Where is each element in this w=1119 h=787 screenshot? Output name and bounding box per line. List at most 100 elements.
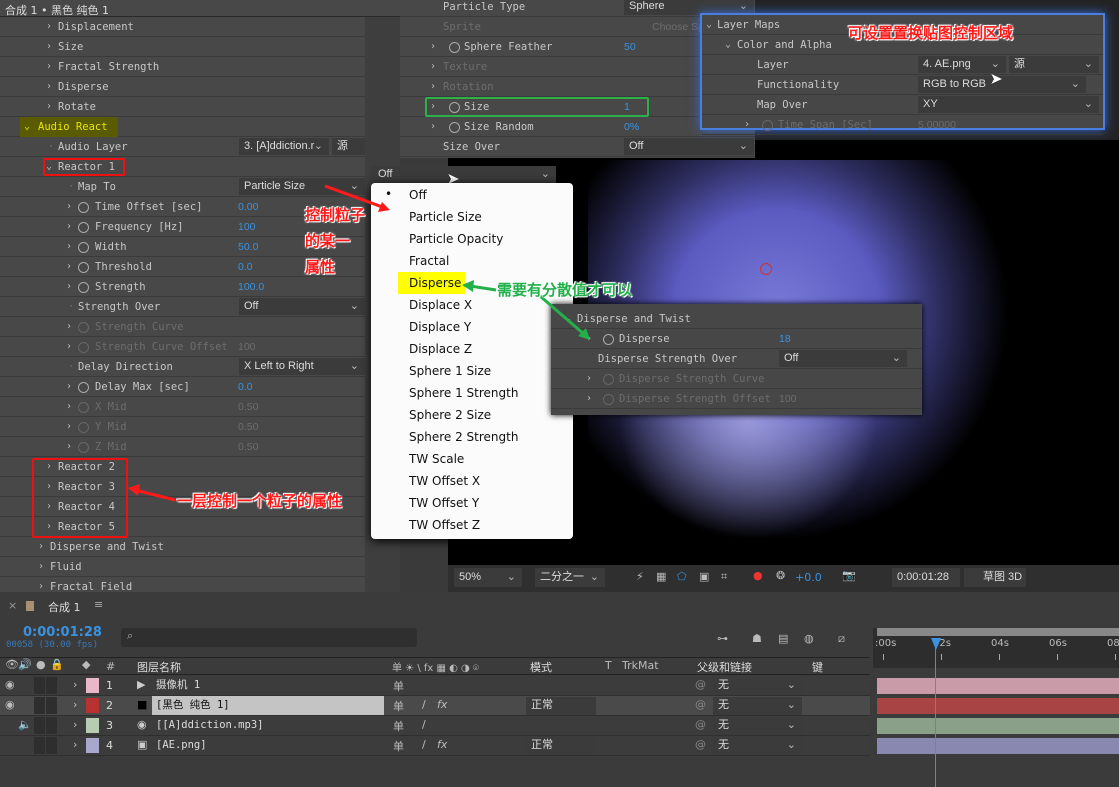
motion-blur-icon[interactable]: ◍ [804, 632, 814, 645]
fx-switch-icon[interactable]: fx [437, 698, 447, 711]
parent-value: 无 [718, 719, 729, 731]
chevron-down-icon: ⌄ [786, 679, 796, 691]
eye-icon[interactable]: ◉ [5, 698, 15, 711]
ruler-tick [999, 654, 1000, 660]
exposure-reset-icon[interactable]: ❂ [776, 569, 785, 582]
viewer-toolbar: 50% ⌄ 二分之一 ⌄ ⚡ ▦ ⬠ ▣ ⌗ ● ❂ +0.0 📷 0:00:01:… [448, 565, 1119, 592]
solo-toggle[interactable] [34, 737, 45, 754]
mode-dropdown[interactable]: 正常 [526, 737, 596, 755]
quality-switch-icon[interactable]: / [422, 698, 426, 711]
current-timecode[interactable]: 0:00:01:28 [23, 625, 102, 640]
label-color-swatch[interactable] [86, 738, 99, 753]
fx-switch-icon[interactable]: fx [437, 738, 447, 751]
arrow-reactors [134, 488, 176, 502]
pick-whip-icon[interactable]: @ [695, 718, 706, 731]
layer-duration-bar[interactable] [877, 698, 1119, 714]
expand-chevron-icon[interactable]: › [73, 698, 77, 711]
lock-toggle[interactable] [46, 677, 57, 694]
frame-blending-icon[interactable]: ▤ [778, 632, 788, 645]
pick-whip-icon[interactable]: @ [695, 678, 706, 691]
region-of-interest-icon[interactable]: ▣ [699, 570, 709, 583]
menu-icon[interactable]: ≡ [94, 598, 103, 611]
layer-row[interactable]: ◉ › 1 ▶ 摄像机 1 单 @ 无 ⌄ [0, 676, 870, 696]
search-icon: ⌕ [127, 629, 134, 642]
solo-icon: ● [36, 658, 46, 671]
draft-3d-button[interactable]: 草图 3D [964, 568, 1026, 587]
shy-switch-icon[interactable]: 单 [393, 738, 404, 754]
mask-visibility-icon[interactable]: ⬠ [677, 570, 687, 583]
number-header: # [106, 660, 116, 673]
time-ruler[interactable]: :00s02s04s06s08s [873, 628, 1119, 668]
playhead-line [935, 648, 936, 787]
lock-toggle[interactable] [46, 717, 57, 734]
layer-duration-bar[interactable] [877, 718, 1119, 734]
expand-chevron-icon[interactable]: › [73, 678, 77, 691]
layer-row[interactable]: 🔈 › 3 ◉ [[A]ddiction.mp3] 单 / @ 无 ⌄ [0, 716, 870, 736]
image-layer-icon: ▣ [137, 738, 148, 751]
ruler-tick-label: 08s [1107, 638, 1119, 649]
viewer-timecode[interactable]: 0:00:01:28 [892, 568, 960, 587]
parent-header: 父级和链接 [697, 661, 752, 674]
graph-editor-icon[interactable]: ⧄ [838, 632, 845, 646]
work-area-bar[interactable] [877, 628, 1119, 636]
close-icon[interactable]: × [8, 599, 17, 612]
channel-icon[interactable]: ● [753, 569, 763, 582]
layer-name-header[interactable]: 图层名称 [137, 659, 181, 675]
transparency-grid-icon[interactable]: ▦ [656, 570, 666, 583]
shy-layers-icon[interactable]: ☗ [752, 632, 762, 645]
expand-chevron-icon[interactable]: › [73, 718, 77, 731]
snapshot-icon[interactable]: 📷 [842, 569, 856, 582]
grid-guides-icon[interactable]: ⌗ [721, 570, 727, 584]
mode-value: 正常 [531, 699, 553, 711]
layer-number: 4 [106, 739, 113, 752]
chevron-down-icon: ⌄ [786, 699, 796, 711]
solo-toggle[interactable] [34, 677, 45, 694]
lock-toggle[interactable] [46, 697, 57, 714]
layer-name[interactable]: [黑色 纯色 1] [152, 696, 384, 715]
resolution-dropdown[interactable]: 二分之一 ⌄ [535, 568, 605, 587]
eye-icon[interactable]: ◉ [5, 678, 15, 691]
lock-icon: 🔒 [50, 658, 64, 671]
timeline-tab[interactable]: × 合成 1 ≡ [0, 592, 120, 620]
solo-toggle[interactable] [34, 717, 45, 734]
layer-search-input[interactable]: ⌕ [121, 628, 417, 647]
solo-toggle[interactable] [34, 697, 45, 714]
parent-dropdown[interactable]: 无 ⌄ [713, 697, 802, 715]
composition-flowchart-icon[interactable]: ⊶ [717, 632, 728, 645]
layer-duration-bar[interactable] [877, 678, 1119, 694]
annotation-layer-maps: 可设置置换贴图控制区域 [848, 24, 1014, 42]
pick-whip-icon[interactable]: @ [695, 698, 706, 711]
label-color-swatch[interactable] [86, 718, 99, 733]
quality-switch-icon[interactable]: / [422, 718, 426, 731]
layer-name[interactable]: 摄像机 1 [152, 676, 384, 695]
layer-number: 1 [106, 679, 113, 692]
label-color-swatch[interactable] [86, 678, 99, 693]
annotation-disperse: 需要有分散值才可以 [497, 281, 633, 299]
layer-row[interactable]: ◉ › 2 ■ [黑色 纯色 1] 单 / fx 正常 @ 无 ⌄ [0, 696, 870, 716]
quality-switch-icon[interactable]: / [422, 738, 426, 751]
parent-dropdown[interactable]: 无 ⌄ [713, 717, 802, 735]
shy-switch-icon[interactable]: 单 [393, 718, 404, 734]
mode-dropdown[interactable]: 正常 [526, 697, 596, 715]
parent-dropdown[interactable]: 无 ⌄ [713, 737, 802, 755]
lock-toggle[interactable] [46, 737, 57, 754]
shy-switch-icon[interactable]: 单 [393, 678, 404, 694]
parent-dropdown[interactable]: 无 ⌄ [713, 677, 802, 695]
chevron-down-icon[interactable]: ⌄ [24, 117, 30, 137]
exposure-value[interactable]: +0.0 [795, 571, 822, 584]
layer-row[interactable]: › 4 ▣ [AE.png] 单 / fx 正常 @ 无 ⌄ [0, 736, 870, 756]
label-icon: ◆ [82, 658, 91, 671]
layer-name[interactable]: [AE.png] [152, 736, 384, 755]
shy-switch-icon[interactable]: 单 [393, 698, 404, 714]
speaker-icon[interactable]: 🔈 [18, 718, 32, 731]
fast-preview-icon[interactable]: ⚡ [636, 570, 644, 583]
chevron-down-icon: ⌄ [786, 719, 796, 731]
layer-name[interactable]: [[A]ddiction.mp3] [152, 716, 384, 735]
zoom-dropdown[interactable]: 50% ⌄ [454, 568, 522, 587]
layer-duration-bar[interactable] [877, 738, 1119, 754]
pick-whip-icon[interactable]: @ [695, 738, 706, 751]
expand-chevron-icon[interactable]: › [73, 738, 77, 751]
resolution-value: 二分之一 [540, 571, 584, 583]
t-header: T [605, 659, 612, 672]
label-color-swatch[interactable] [86, 698, 99, 713]
